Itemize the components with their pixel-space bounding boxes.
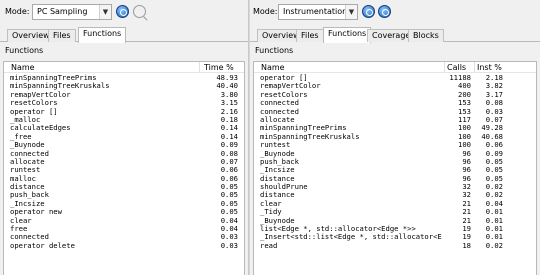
column-separator[interactable] [444, 62, 445, 73]
right-pane: Mode: Instrumentation ▼ Overview Files F… [250, 0, 540, 275]
inst-percent: 0.02 [485, 240, 503, 250]
tab-files[interactable]: Files [48, 29, 76, 42]
left-table-body: minSpanningTreePrims 48.93 minSpanningTree… [4, 74, 244, 275]
column-separator[interactable] [199, 62, 200, 73]
zoom-go-icon[interactable] [378, 5, 391, 18]
right-section-title: Functions [255, 46, 294, 55]
refresh-go-icon[interactable] [362, 5, 375, 18]
left-mode-select[interactable]: PC Sampling ▼ [32, 4, 112, 20]
chevron-down-icon: ▼ [345, 5, 357, 19]
left-mode-bar: Mode: PC Sampling ▼ [0, 3, 248, 21]
right-table-body: operator [] 11188 2.18 remapVertColor 400 3.8… [254, 74, 536, 275]
right-mode-bar: Mode: Instrumentation ▼ [250, 3, 540, 21]
left-pane: Mode: PC Sampling ▼ Overview Files Funct… [0, 0, 248, 275]
column-header-name[interactable]: Name [261, 63, 285, 72]
left-functions-table: Name Time % minSpanningTreePrims 48.93 min… [3, 61, 245, 275]
right-mode-label: Mode: [253, 7, 278, 16]
tab-functions[interactable]: Functions [323, 27, 372, 43]
function-name: read [260, 240, 278, 250]
column-header-time[interactable]: Time % [204, 63, 234, 72]
right-mode-value: Instrumentation [283, 7, 348, 16]
right-table-header: Name Calls Inst % [254, 62, 536, 73]
tab-files[interactable]: Files [296, 29, 324, 42]
right-functions-table: Name Calls Inst % operator [] 11188 2.18 re… [253, 61, 537, 275]
zoom-icon[interactable] [133, 5, 146, 18]
right-mode-select[interactable]: Instrumentation ▼ [278, 4, 358, 20]
left-mode-value: PC Sampling [37, 7, 88, 16]
function-name: operator delete [10, 240, 75, 250]
left-mode-label: Mode: [5, 7, 30, 16]
left-section-title: Functions [5, 46, 44, 55]
table-row[interactable]: read 18 0.02 [254, 240, 536, 250]
right-tabs: Overview Files Functions Coverage Blocks [250, 27, 540, 43]
time-percent: 0.03 [220, 240, 238, 250]
refresh-go-icon[interactable] [116, 5, 129, 18]
call-count: 18 [462, 240, 471, 250]
tab-functions[interactable]: Functions [78, 27, 127, 43]
left-table-header: Name Time % [4, 62, 244, 73]
column-header-calls[interactable]: Calls [447, 63, 466, 72]
chevron-down-icon: ▼ [99, 5, 111, 19]
column-header-inst[interactable]: Inst % [477, 63, 502, 72]
column-header-name[interactable]: Name [11, 63, 35, 72]
left-tabs: Overview Files Functions [0, 27, 248, 43]
tab-blocks[interactable]: Blocks [408, 29, 444, 42]
column-separator[interactable] [474, 62, 475, 73]
table-row[interactable]: operator delete 0.03 [4, 240, 244, 250]
